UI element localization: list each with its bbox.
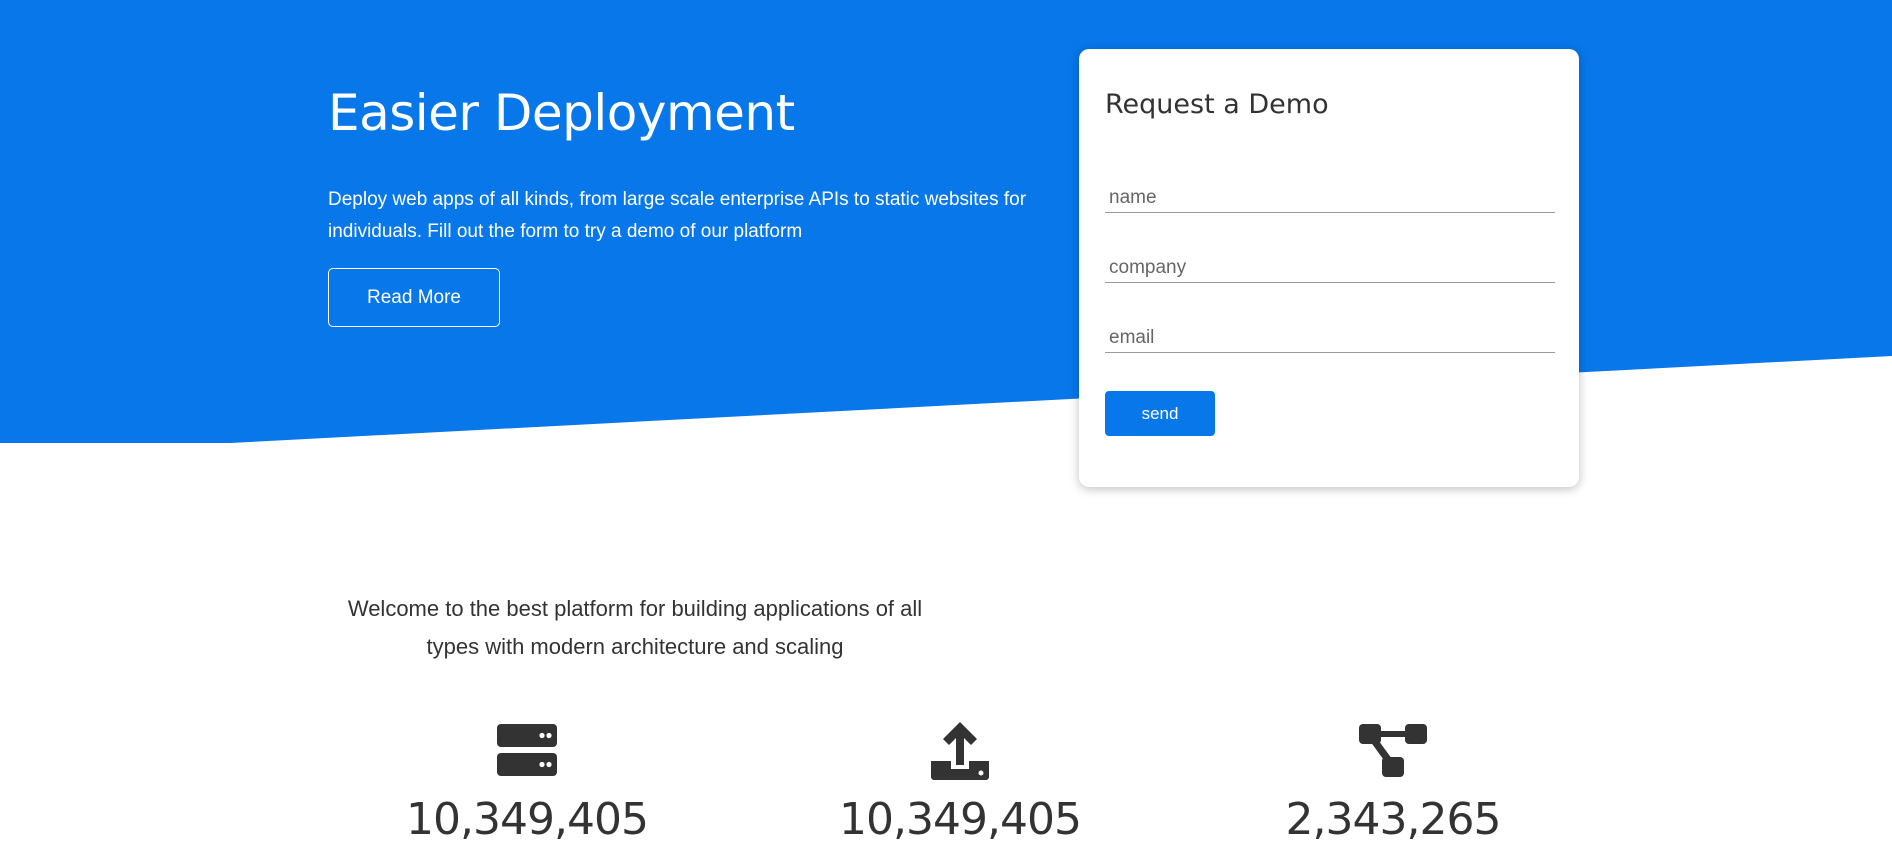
send-button[interactable]: send [1105, 391, 1215, 436]
stat-value: 2,343,265 [1285, 794, 1502, 845]
hero-description: Deploy web apps of all kinds, from large… [328, 189, 1027, 242]
stat-servers: 10,349,405 [377, 718, 677, 848]
hero-section: Easier Deployment Deploy web apps of all… [328, 80, 1048, 327]
server-icon [497, 724, 557, 776]
network-icon [1359, 724, 1427, 777]
welcome-text: Welcome to the best platform for buildin… [347, 596, 923, 659]
hero-title: Easier Deployment [328, 84, 795, 142]
stat-uploads: 10,349,405 [810, 718, 1110, 848]
upload-icon [931, 722, 989, 780]
email-input[interactable] [1105, 313, 1555, 353]
demo-form-title: Request a Demo [1105, 89, 1329, 120]
request-demo-card: Request a Demo send [1079, 49, 1579, 487]
stat-network: 2,343,265 [1243, 718, 1543, 848]
company-input[interactable] [1105, 243, 1555, 283]
name-input[interactable] [1105, 173, 1555, 213]
stat-value: 10,349,405 [406, 794, 649, 845]
read-more-button[interactable]: Read More [328, 268, 500, 327]
stat-value: 10,349,405 [839, 794, 1082, 845]
